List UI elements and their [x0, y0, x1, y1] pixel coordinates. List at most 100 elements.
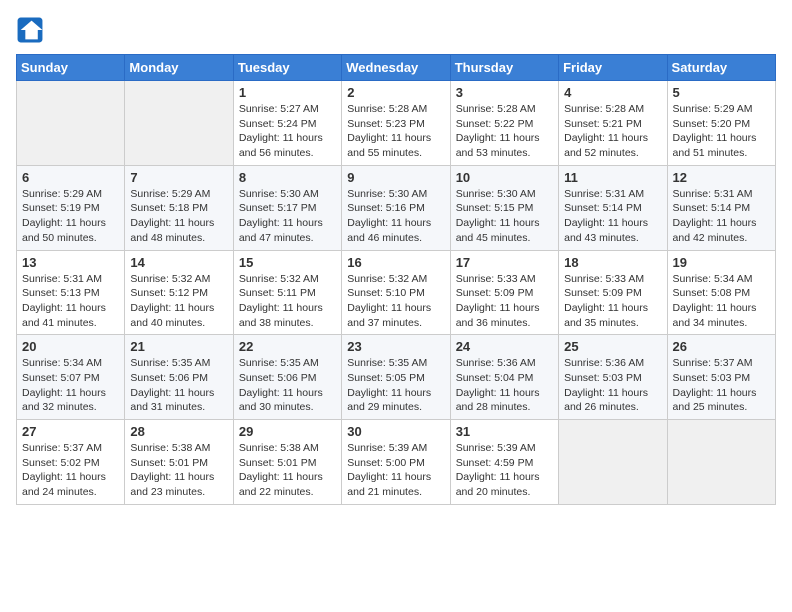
calendar-cell: 13 Sunrise: 5:31 AMSunset: 5:13 PMDayligh… [17, 250, 125, 335]
day-header-thursday: Thursday [450, 55, 558, 81]
day-number: 8 [239, 170, 336, 185]
day-header-sunday: Sunday [17, 55, 125, 81]
calendar-cell: 16 Sunrise: 5:32 AMSunset: 5:10 PMDayligh… [342, 250, 450, 335]
day-number: 23 [347, 339, 444, 354]
cell-content: Sunrise: 5:38 AMSunset: 5:01 PMDaylight:… [239, 441, 336, 500]
cell-content: Sunrise: 5:33 AMSunset: 5:09 PMDaylight:… [564, 272, 661, 331]
day-number: 12 [673, 170, 770, 185]
calendar-cell [125, 81, 233, 166]
day-number: 25 [564, 339, 661, 354]
calendar-cell: 21 Sunrise: 5:35 AMSunset: 5:06 PMDayligh… [125, 335, 233, 420]
cell-content: Sunrise: 5:37 AMSunset: 5:02 PMDaylight:… [22, 441, 119, 500]
cell-content: Sunrise: 5:30 AMSunset: 5:16 PMDaylight:… [347, 187, 444, 246]
day-number: 18 [564, 255, 661, 270]
calendar-cell: 6Sunrise: 5:29 AMSunset: 5:19 PMDaylight… [17, 165, 125, 250]
day-number: 19 [673, 255, 770, 270]
cell-content: Sunrise: 5:35 AMSunset: 5:05 PMDaylight:… [347, 356, 444, 415]
cell-content: Sunrise: 5:29 AMSunset: 5:20 PMDaylight:… [673, 102, 770, 161]
calendar-cell: 19Sunrise: 5:34 AMSunset: 5:08 PMDayligh… [667, 250, 775, 335]
calendar-week-4: 20 Sunrise: 5:34 AMSunset: 5:07 PMDayligh… [17, 335, 776, 420]
day-number: 28 [130, 424, 227, 439]
cell-content: Sunrise: 5:36 AMSunset: 5:04 PMDaylight:… [456, 356, 553, 415]
day-header-friday: Friday [559, 55, 667, 81]
day-number: 30 [347, 424, 444, 439]
day-number: 21 [130, 339, 227, 354]
calendar-cell: 18 Sunrise: 5:33 AMSunset: 5:09 PMDayligh… [559, 250, 667, 335]
calendar-cell: 17 Sunrise: 5:33 AMSunset: 5:09 PMDayligh… [450, 250, 558, 335]
cell-content: Sunrise: 5:34 AMSunset: 5:07 PMDaylight:… [22, 356, 119, 415]
day-header-monday: Monday [125, 55, 233, 81]
cell-content: Sunrise: 5:29 AMSunset: 5:19 PMDaylight:… [22, 187, 119, 246]
calendar-cell: 26Sunrise: 5:37 AMSunset: 5:03 PMDayligh… [667, 335, 775, 420]
calendar-cell: 1 Sunrise: 5:27 AMSunset: 5:24 PMDaylight… [233, 81, 341, 166]
cell-content: Sunrise: 5:32 AMSunset: 5:12 PMDaylight:… [130, 272, 227, 331]
day-number: 7 [130, 170, 227, 185]
day-number: 3 [456, 85, 553, 100]
day-number: 26 [673, 339, 770, 354]
cell-content: Sunrise: 5:35 AMSunset: 5:06 PMDaylight:… [239, 356, 336, 415]
day-number: 17 [456, 255, 553, 270]
calendar-cell: 7 Sunrise: 5:29 AMSunset: 5:18 PMDaylight… [125, 165, 233, 250]
day-number: 27 [22, 424, 119, 439]
calendar-week-1: 1 Sunrise: 5:27 AMSunset: 5:24 PMDaylight… [17, 81, 776, 166]
day-number: 5 [673, 85, 770, 100]
day-number: 16 [347, 255, 444, 270]
cell-content: Sunrise: 5:28 AMSunset: 5:22 PMDaylight:… [456, 102, 553, 161]
day-number: 4 [564, 85, 661, 100]
calendar-cell: 2 Sunrise: 5:28 AMSunset: 5:23 PMDaylight… [342, 81, 450, 166]
day-number: 2 [347, 85, 444, 100]
calendar-cell: 15Sunrise: 5:32 AMSunset: 5:11 PMDayligh… [233, 250, 341, 335]
cell-content: Sunrise: 5:36 AMSunset: 5:03 PMDaylight:… [564, 356, 661, 415]
calendar-table: SundayMondayTuesdayWednesdayThursdayFrid… [16, 54, 776, 505]
logo [16, 16, 48, 44]
calendar-cell: 5 Sunrise: 5:29 AMSunset: 5:20 PMDaylight… [667, 81, 775, 166]
day-number: 13 [22, 255, 119, 270]
calendar-week-3: 13 Sunrise: 5:31 AMSunset: 5:13 PMDayligh… [17, 250, 776, 335]
cell-content: Sunrise: 5:35 AMSunset: 5:06 PMDaylight:… [130, 356, 227, 415]
cell-content: Sunrise: 5:28 AMSunset: 5:21 PMDaylight:… [564, 102, 661, 161]
calendar-cell: 23 Sunrise: 5:35 AMSunset: 5:05 PMDayligh… [342, 335, 450, 420]
calendar-cell: 14 Sunrise: 5:32 AMSunset: 5:12 PMDayligh… [125, 250, 233, 335]
calendar-cell [559, 420, 667, 505]
calendar-cell: 3 Sunrise: 5:28 AMSunset: 5:22 PMDaylight… [450, 81, 558, 166]
day-number: 10 [456, 170, 553, 185]
cell-content: Sunrise: 5:30 AMSunset: 5:17 PMDaylight:… [239, 187, 336, 246]
cell-content: Sunrise: 5:33 AMSunset: 5:09 PMDaylight:… [456, 272, 553, 331]
day-number: 11 [564, 170, 661, 185]
cell-content: Sunrise: 5:28 AMSunset: 5:23 PMDaylight:… [347, 102, 444, 161]
cell-content: Sunrise: 5:32 AMSunset: 5:10 PMDaylight:… [347, 272, 444, 331]
page-header [16, 16, 776, 44]
calendar-cell: 4 Sunrise: 5:28 AMSunset: 5:21 PMDaylight… [559, 81, 667, 166]
day-number: 29 [239, 424, 336, 439]
calendar-cell: 25 Sunrise: 5:36 AMSunset: 5:03 PMDayligh… [559, 335, 667, 420]
cell-content: Sunrise: 5:27 AMSunset: 5:24 PMDaylight:… [239, 102, 336, 161]
calendar-cell: 12Sunrise: 5:31 AMSunset: 5:14 PMDayligh… [667, 165, 775, 250]
cell-content: Sunrise: 5:29 AMSunset: 5:18 PMDaylight:… [130, 187, 227, 246]
calendar-cell: 10 Sunrise: 5:30 AMSunset: 5:15 PMDayligh… [450, 165, 558, 250]
calendar-cell: 30 Sunrise: 5:39 AMSunset: 5:00 PMDayligh… [342, 420, 450, 505]
day-number: 9 [347, 170, 444, 185]
day-number: 22 [239, 339, 336, 354]
calendar-cell: 29 Sunrise: 5:38 AMSunset: 5:01 PMDayligh… [233, 420, 341, 505]
cell-content: Sunrise: 5:31 AMSunset: 5:14 PMDaylight:… [564, 187, 661, 246]
calendar-cell: 31Sunrise: 5:39 AMSunset: 4:59 PMDayligh… [450, 420, 558, 505]
cell-content: Sunrise: 5:39 AMSunset: 5:00 PMDaylight:… [347, 441, 444, 500]
calendar-cell [17, 81, 125, 166]
cell-content: Sunrise: 5:39 AMSunset: 4:59 PMDaylight:… [456, 441, 553, 500]
cell-content: Sunrise: 5:30 AMSunset: 5:15 PMDaylight:… [456, 187, 553, 246]
calendar-cell: 11 Sunrise: 5:31 AMSunset: 5:14 PMDayligh… [559, 165, 667, 250]
calendar-cell: 28Sunrise: 5:38 AMSunset: 5:01 PMDayligh… [125, 420, 233, 505]
calendar-cell: 9 Sunrise: 5:30 AMSunset: 5:16 PMDaylight… [342, 165, 450, 250]
calendar-week-5: 27 Sunrise: 5:37 AMSunset: 5:02 PMDayligh… [17, 420, 776, 505]
day-header-tuesday: Tuesday [233, 55, 341, 81]
cell-content: Sunrise: 5:31 AMSunset: 5:13 PMDaylight:… [22, 272, 119, 331]
day-number: 1 [239, 85, 336, 100]
cell-content: Sunrise: 5:32 AMSunset: 5:11 PMDaylight:… [239, 272, 336, 331]
day-number: 24 [456, 339, 553, 354]
calendar-week-2: 6Sunrise: 5:29 AMSunset: 5:19 PMDaylight… [17, 165, 776, 250]
calendar-cell: 24 Sunrise: 5:36 AMSunset: 5:04 PMDayligh… [450, 335, 558, 420]
calendar-header-row: SundayMondayTuesdayWednesdayThursdayFrid… [17, 55, 776, 81]
day-number: 20 [22, 339, 119, 354]
day-number: 14 [130, 255, 227, 270]
calendar-cell: 27 Sunrise: 5:37 AMSunset: 5:02 PMDayligh… [17, 420, 125, 505]
